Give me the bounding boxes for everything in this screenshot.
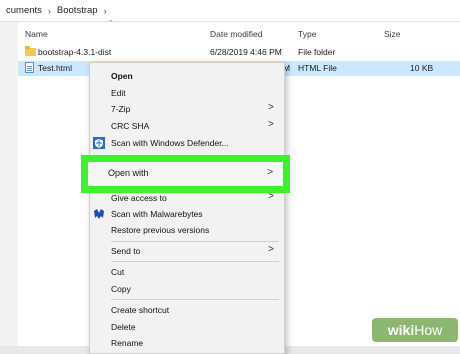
file-size: 10 KB [410, 63, 434, 73]
file-row-folder[interactable]: bootstrap-4.3.1-dist 6/28/2019 4:46 PM F… [18, 45, 460, 60]
menu-separator [111, 299, 279, 300]
menu-item-delete[interactable]: Delete [90, 319, 284, 335]
context-menu: Open Edit 7-Zip > CRC SHA > Scan with Wi… [89, 62, 285, 354]
breadcrumb-documents[interactable]: cuments [6, 5, 42, 16]
menu-item-send-to[interactable]: Send to > [90, 243, 284, 259]
file-name: bootstrap-4.3.1-dist [38, 47, 112, 57]
submenu-arrow-icon: > [268, 119, 274, 130]
wikihow-watermark: wiki How [372, 318, 458, 342]
menu-item-label: Scan with Malwarebytes [111, 209, 203, 219]
column-header-date[interactable]: Date modified [210, 29, 262, 43]
watermark-how: How [414, 322, 443, 338]
file-type: HTML File [298, 63, 337, 73]
menu-item-label: Create shortcut [111, 305, 170, 315]
menu-separator [111, 261, 279, 262]
highlight-box [81, 155, 290, 193]
column-header-name[interactable]: Name [25, 29, 48, 43]
chevron-right-icon[interactable]: › [48, 6, 51, 16]
column-header-size[interactable]: Size [384, 29, 401, 43]
menu-item-label: Open [111, 71, 133, 81]
menu-item-open[interactable]: Open [90, 68, 284, 84]
menu-item-create-shortcut[interactable]: Create shortcut [90, 302, 284, 318]
menu-item-malwarebytes[interactable]: Scan with Malwarebytes [90, 206, 284, 222]
navigation-pane [0, 0, 18, 346]
menu-item-restore-versions[interactable]: Restore previous versions [90, 222, 284, 238]
column-header-type[interactable]: Type [298, 29, 316, 43]
submenu-arrow-icon: > [268, 102, 274, 113]
breadcrumb: cuments › Bootstrap › [0, 0, 460, 22]
menu-separator [111, 241, 279, 242]
menu-item-label: Cut [111, 267, 125, 277]
submenu-arrow-icon: > [268, 244, 274, 255]
html-file-icon [25, 62, 34, 73]
file-name: Test.html [38, 63, 73, 73]
menu-item-label: Restore previous versions [111, 225, 210, 235]
sort-ascending-icon: ⌃ [108, 20, 114, 27]
watermark-wiki: wiki [387, 322, 415, 338]
menu-item-7zip[interactable]: 7-Zip > [90, 101, 284, 117]
menu-item-windows-defender[interactable]: Scan with Windows Defender... [90, 135, 284, 151]
menu-item-rename[interactable]: Rename [90, 335, 284, 351]
menu-item-edit[interactable]: Edit [90, 85, 284, 101]
menu-item-copy[interactable]: Copy [90, 281, 284, 297]
menu-item-label: Delete [111, 322, 136, 332]
menu-item-label: Send to [111, 246, 141, 256]
shield-icon [93, 137, 105, 149]
menu-item-label: Give access to [111, 193, 167, 203]
chevron-right-icon[interactable]: › [104, 6, 107, 16]
menu-item-label: Copy [111, 284, 131, 294]
malwarebytes-icon [94, 209, 104, 219]
folder-icon [25, 46, 36, 56]
menu-item-label: CRC SHA [111, 121, 150, 131]
file-type: File folder [298, 47, 336, 57]
menu-item-label: 7-Zip [111, 104, 131, 114]
menu-item-label: Rename [111, 338, 144, 348]
breadcrumb-bootstrap[interactable]: Bootstrap [57, 5, 98, 16]
menu-item-label: Edit [111, 88, 126, 98]
menu-item-crc-sha[interactable]: CRC SHA > [90, 118, 284, 134]
menu-item-label: Scan with Windows Defender... [111, 138, 229, 148]
file-date: 6/28/2019 4:46 PM [210, 47, 282, 57]
menu-item-cut[interactable]: Cut [90, 264, 284, 280]
